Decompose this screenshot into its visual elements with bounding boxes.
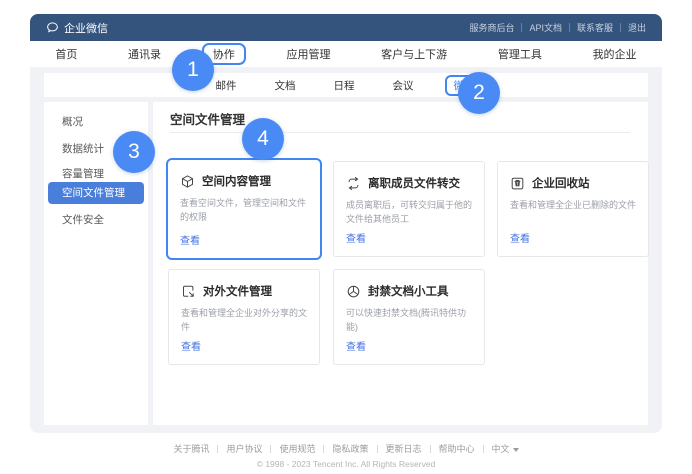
- footer-links: 关于腾讯 用户协议 使用规范 隐私政策 更新日志 帮助中心 中文: [0, 442, 692, 455]
- step-badge-4: 4: [242, 118, 284, 160]
- sidebar-item-overview[interactable]: 概况: [62, 114, 83, 129]
- footer-link-help-center[interactable]: 帮助中心: [439, 442, 475, 455]
- nav-tab-admin-tools[interactable]: 管理工具: [488, 44, 552, 64]
- sidebar-item-space-file-management[interactable]: 空间文件管理: [48, 182, 144, 204]
- brand-logo[interactable]: 企业微信: [46, 20, 108, 36]
- card-description: 查看空间文件，管理空间和文件的权限: [180, 197, 308, 225]
- divider: [217, 445, 218, 453]
- top-bar: 企业微信 服务商后台 API文档 联系客服 退出: [30, 14, 662, 41]
- card-space-content-management: 空间内容管理 查看空间文件，管理空间和文件的权限 查看: [166, 158, 322, 260]
- divider: [170, 132, 630, 133]
- primary-nav: 首页 通讯录 协作 应用管理 客户与上下游 管理工具 我的企业: [30, 41, 662, 67]
- divider: [323, 445, 324, 453]
- footer-link-usage-rules[interactable]: 使用规范: [279, 442, 315, 455]
- divider: [483, 445, 484, 453]
- recycle-bin-icon: [510, 176, 525, 191]
- transfer-icon: [346, 176, 361, 191]
- sidebar-item-capacity[interactable]: 容量管理: [62, 166, 104, 181]
- page-footer: 关于腾讯 用户协议 使用规范 隐私政策 更新日志 帮助中心 中文 © 1998 …: [0, 442, 692, 469]
- view-link[interactable]: 查看: [346, 338, 366, 353]
- footer-link-changelog[interactable]: 更新日志: [386, 442, 422, 455]
- main-panel: 空间文件管理 空间内容管理 查看空间文件，管理空间和文件的权限 查看: [153, 102, 648, 425]
- sidebar-item-statistics[interactable]: 数据统计: [62, 141, 104, 156]
- footer-link-user-agreement[interactable]: 用户协议: [226, 442, 262, 455]
- caret-down-icon: [513, 448, 519, 452]
- card-title: 空间内容管理: [202, 173, 271, 189]
- file-share-icon: [181, 284, 196, 299]
- card-external-file-management: 对外文件管理 查看和管理全企业对外分享的文件 查看: [168, 269, 320, 365]
- subtab-mail[interactable]: 邮件: [209, 77, 244, 94]
- step-badge-2: 2: [458, 72, 500, 114]
- nav-tab-my-company[interactable]: 我的企业: [583, 44, 647, 64]
- view-link[interactable]: 查看: [181, 338, 201, 353]
- subtab-meeting[interactable]: 会议: [386, 77, 421, 94]
- page-title: 空间文件管理: [170, 109, 245, 128]
- footer-link-about-tencent[interactable]: 关于腾讯: [173, 442, 209, 455]
- nav-tab-home[interactable]: 首页: [45, 44, 87, 64]
- collaboration-subtabs: 邮件 文档 日程 会议 微盘: [44, 73, 648, 97]
- topbar-link-service-provider[interactable]: 服务商后台: [469, 21, 514, 34]
- card-title: 企业回收站: [532, 175, 590, 191]
- language-label: 中文: [492, 444, 510, 454]
- nav-tab-contacts[interactable]: 通讯录: [118, 44, 171, 64]
- cube-icon: [180, 174, 195, 189]
- card-description: 查看和管理全企业已删除的文件: [510, 199, 636, 213]
- card-description: 成员离职后，可转交归属于他的文件给其他员工: [346, 199, 472, 227]
- language-selector[interactable]: 中文: [492, 442, 519, 455]
- nav-tab-app-management[interactable]: 应用管理: [276, 44, 340, 64]
- footer-link-privacy-policy[interactable]: 隐私政策: [332, 442, 368, 455]
- card-title: 封禁文档小工具: [368, 283, 449, 299]
- chat-bubble-icon: [46, 21, 59, 34]
- topbar-link-logout[interactable]: 退出: [628, 21, 646, 34]
- topbar-link-api-docs[interactable]: API文档: [529, 21, 562, 34]
- card-title: 离职成员文件转交: [368, 175, 460, 191]
- view-link[interactable]: 查看: [510, 230, 530, 245]
- nav-tab-customers[interactable]: 客户与上下游: [371, 44, 457, 64]
- card-description: 可以快速封禁文档(腾讯特供功能): [346, 307, 472, 335]
- card-description: 查看和管理全企业对外分享的文件: [181, 307, 307, 335]
- card-departed-member-file-transfer: 离职成员文件转交 成员离职后，可转交归属于他的文件给其他员工 查看: [333, 161, 485, 257]
- step-badge-3: 3: [113, 131, 155, 173]
- top-bar-links: 服务商后台 API文档 联系客服 退出: [469, 21, 646, 34]
- view-link[interactable]: 查看: [346, 230, 366, 245]
- view-link[interactable]: 查看: [180, 232, 200, 247]
- copyright-text: © 1998 - 2023 Tencent Inc. All Rights Re…: [0, 459, 692, 469]
- divider: [377, 445, 378, 453]
- sidebar-item-file-security[interactable]: 文件安全: [62, 212, 104, 227]
- divider: [270, 445, 271, 453]
- step-badge-1: 1: [172, 49, 214, 91]
- divider: [521, 23, 522, 32]
- wework-admin-page: 企业微信 服务商后台 API文档 联系客服 退出 首页 通讯录 协作 应用管理 …: [0, 0, 692, 474]
- topbar-link-contact-support[interactable]: 联系客服: [577, 21, 613, 34]
- ban-icon: [346, 284, 361, 299]
- subtab-schedule[interactable]: 日程: [327, 77, 362, 94]
- card-title: 对外文件管理: [203, 283, 272, 299]
- brand-logo-text: 企业微信: [64, 20, 108, 36]
- card-ban-document-tool: 封禁文档小工具 可以快速封禁文档(腾讯特供功能) 查看: [333, 269, 485, 365]
- divider: [430, 445, 431, 453]
- divider: [569, 23, 570, 32]
- divider: [620, 23, 621, 32]
- subtab-docs[interactable]: 文档: [268, 77, 303, 94]
- card-company-recycle-bin: 企业回收站 查看和管理全企业已删除的文件 查看: [497, 161, 649, 257]
